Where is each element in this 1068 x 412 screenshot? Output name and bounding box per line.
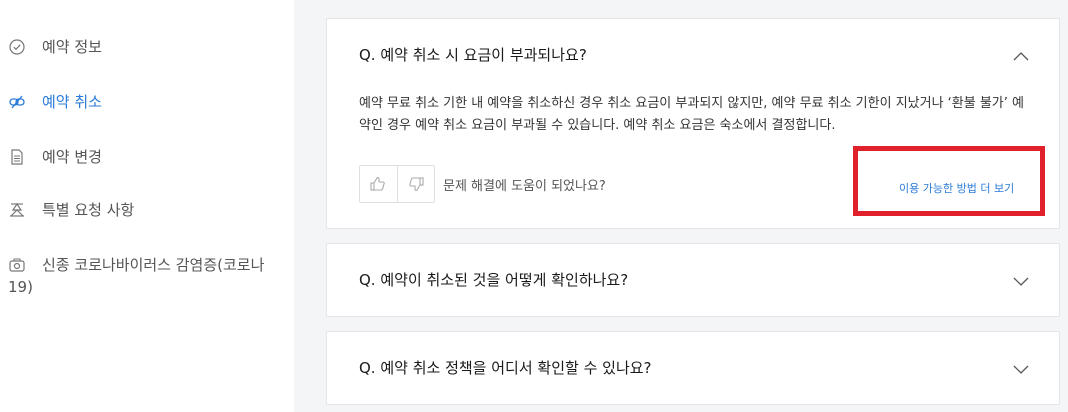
highlight-box [853,146,1045,216]
sidebar-item-change[interactable]: 예약 변경 [8,146,102,168]
sidebar-item-covid19[interactable]: 신종 코로나바이러스 감염증(코로나 19) [8,254,278,298]
sidebar-item-reservation-info[interactable]: 예약 정보 [8,36,102,58]
helpful-prompt: 문제 해결에 도움이 되었나요? [443,179,606,194]
check-circle-icon [8,38,26,56]
faq-panel: Q. 예약 취소 시 요금이 부과되나요? 예약 무료 취소 기한 내 예약을 … [294,0,1068,412]
chevron-down-icon[interactable] [1013,273,1029,289]
sidebar-item-cancel[interactable]: 예약 취소 [8,91,102,113]
sidebar-item-label: 신종 코로나바이러스 감염증(코로나 19) [8,256,265,296]
faq-question[interactable]: Q. 예약 취소 정책을 어디서 확인할 수 있나요? [359,358,652,378]
sidebar-item-label: 예약 취소 [42,93,102,111]
special-request-icon [8,201,26,219]
chevron-up-icon[interactable] [1013,49,1029,65]
document-icon [8,148,26,166]
faq-item-collapsed[interactable]: Q. 예약이 취소된 것을 어떻게 확인하나요? [326,243,1060,317]
sidebar-item-label: 특별 요청 사항 [42,201,135,219]
thumbs-up-button[interactable] [360,166,397,202]
feedback-vote-group [359,165,435,203]
cancel-link-icon [8,93,26,111]
faq-answer: 예약 무료 취소 기한 내 예약을 취소하신 경우 취소 요금이 부과되지 않지… [359,96,1024,133]
faq-question[interactable]: Q. 예약 취소 시 요금이 부과되나요? [359,45,587,65]
thumbs-down-icon [409,177,424,191]
sidebar-item-special-requests[interactable]: 특별 요청 사항 [8,199,134,221]
thumbs-down-button[interactable] [396,166,435,202]
faq-item-expanded: Q. 예약 취소 시 요금이 부과되나요? 예약 무료 취소 기한 내 예약을 … [326,18,1060,229]
sidebar-item-label: 예약 변경 [42,148,102,166]
chevron-down-icon[interactable] [1013,361,1029,377]
thumbs-up-icon [370,177,385,191]
sidebar-item-label: 예약 정보 [42,38,102,56]
faq-question[interactable]: Q. 예약이 취소된 것을 어떻게 확인하나요? [359,270,628,290]
faq-item-collapsed[interactable]: Q. 예약 취소 정책을 어디서 확인할 수 있나요? [326,331,1060,405]
sidebar: 예약 정보 예약 취소 예약 변경 특별 요청 사항 신종 코로나바이러스 감염… [0,0,294,412]
